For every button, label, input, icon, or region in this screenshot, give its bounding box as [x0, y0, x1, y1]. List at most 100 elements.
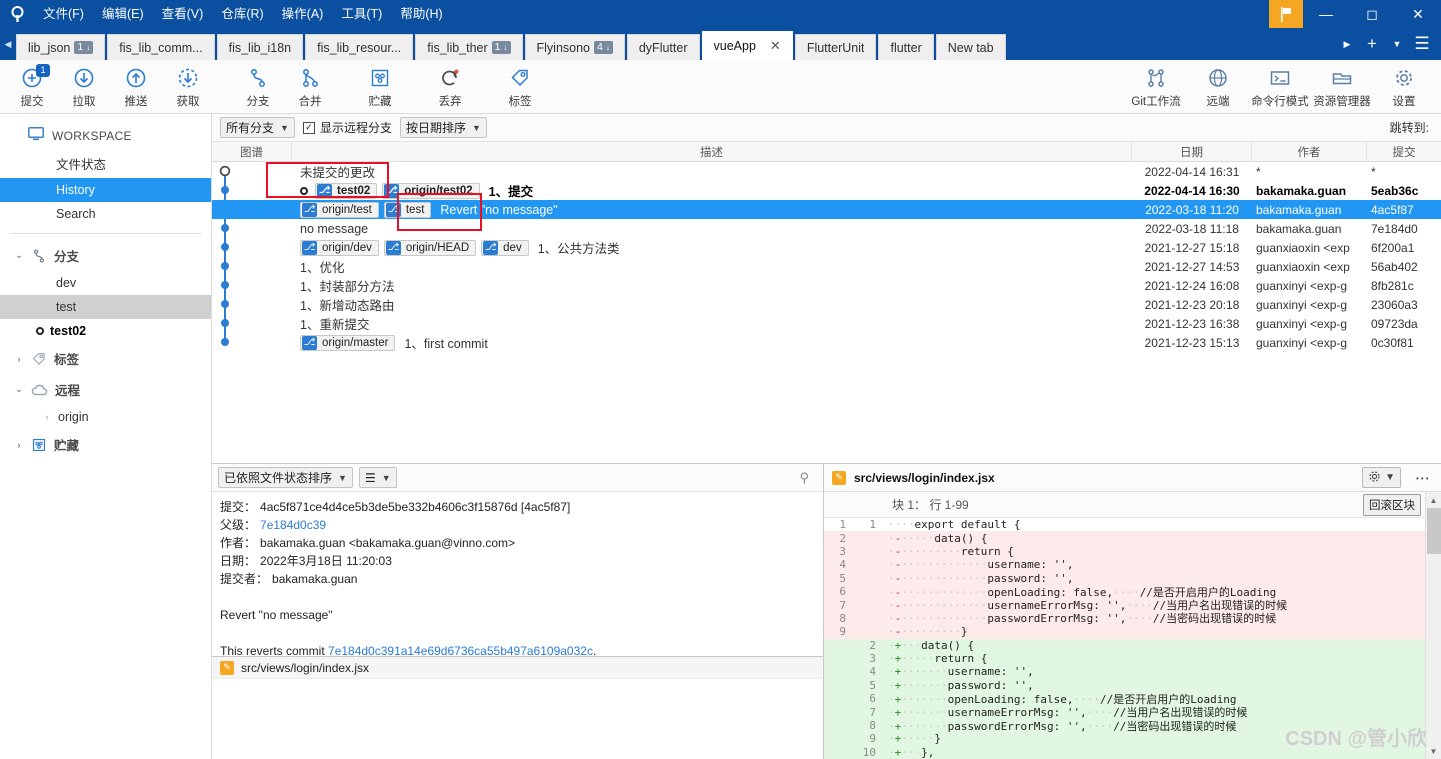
- sidebar-item-history[interactable]: History: [0, 178, 211, 202]
- reverted-commit-link[interactable]: 7e184d0c391a14e69d6736ca55b497a6109a032c: [328, 644, 593, 656]
- menu-view[interactable]: 查看(V): [153, 0, 213, 28]
- chevron-left-icon[interactable]: ◀: [0, 28, 16, 60]
- commit-row[interactable]: 未提交的更改 2022-04-14 16:31 * *: [212, 162, 1441, 181]
- sidebar-item-search[interactable]: Search: [0, 202, 211, 226]
- toolbar-commit[interactable]: 提交 1: [6, 61, 58, 113]
- toolbar-tag[interactable]: 标签: [494, 61, 546, 113]
- toolbar-explorer[interactable]: 资源管理器: [1311, 61, 1373, 113]
- sidebar-branch-test02[interactable]: test02: [0, 319, 211, 343]
- tab-flyinsono[interactable]: Flyinsono 4 ↓: [524, 34, 625, 60]
- plus-icon[interactable]: +: [1357, 28, 1387, 60]
- hamburger-icon[interactable]: ☰: [1407, 28, 1437, 60]
- menu-edit[interactable]: 编辑(E): [93, 0, 153, 28]
- commit-row[interactable]: 1、优化 2021-12-27 14:53 guanxiaoxin <exp 56ab…: [212, 257, 1441, 276]
- scrollbar-thumb[interactable]: [1426, 508, 1441, 554]
- minimize-icon[interactable]: —: [1303, 0, 1349, 28]
- toolbar-remote[interactable]: 远端: [1187, 61, 1249, 113]
- ellipsis-icon[interactable]: ⋯: [1409, 469, 1437, 487]
- toolbar-terminal[interactable]: 命令行模式: [1249, 61, 1311, 113]
- column-header-date[interactable]: 日期: [1132, 142, 1252, 162]
- sidebar-group-分支[interactable]: ⌄ 分支: [0, 240, 211, 271]
- branch-ref-tag[interactable]: ⎇ origin/HEAD: [383, 239, 477, 256]
- chevron-right-icon[interactable]: ›: [42, 412, 52, 422]
- sidebar-branch-test[interactable]: test: [0, 295, 211, 319]
- sort-order-dropdown[interactable]: 按日期排序 ▼: [399, 117, 487, 138]
- sidebar-group-贮藏[interactable]: › 贮藏: [0, 429, 211, 460]
- list-view-dropdown[interactable]: ☰ ▼: [358, 467, 397, 488]
- tab-new-tab[interactable]: New tab: [935, 34, 1006, 60]
- branch-ref-tag[interactable]: ⎇ origin/test02: [382, 182, 480, 199]
- commit-row[interactable]: no message 2022-03-18 11:18 bakamaka.guan 7…: [212, 219, 1441, 238]
- diff-vertical-scrollbar[interactable]: ▲ ▼: [1425, 492, 1441, 759]
- toolbar-pull[interactable]: 拉取: [58, 61, 110, 113]
- tab-badge[interactable]: 1 ↓: [491, 41, 511, 54]
- toolbar-push[interactable]: 推送: [110, 61, 162, 113]
- tab-badge[interactable]: 4 ↓: [594, 41, 613, 54]
- commit-row[interactable]: ⎇ origin/dev ⎇ origin/HEAD ⎇ dev 1、公共方法类 2021-1…: [212, 238, 1441, 257]
- sidebar-branch-dev[interactable]: dev: [0, 271, 211, 295]
- chevron-down-icon[interactable]: ⌄: [14, 384, 24, 395]
- tab-fis-lib-i18n[interactable]: fis_lib_i18n: [216, 34, 304, 60]
- chevron-down-icon[interactable]: ▼: [1387, 28, 1407, 60]
- branch-ref-tag[interactable]: ⎇ origin/test: [300, 201, 379, 218]
- revert-hunk-button[interactable]: 回滚区块: [1363, 493, 1421, 516]
- tab-fis-lib-resour---[interactable]: fis_lib_resour...: [305, 34, 414, 60]
- chevron-down-icon[interactable]: ⌄: [14, 250, 24, 261]
- flag-icon[interactable]: [1269, 0, 1303, 28]
- commit-row[interactable]: ⎇ test02 ⎇ origin/test02 1、提交 2022-04-14 16:3…: [212, 181, 1441, 200]
- toolbar-branch[interactable]: 分支: [232, 61, 284, 113]
- menu-actions[interactable]: 操作(A): [273, 0, 333, 28]
- sidebar-group-标签[interactable]: › 标签: [0, 343, 211, 374]
- tab-vueapp[interactable]: vueApp ✕: [701, 31, 793, 60]
- commit-row[interactable]: 1、新增动态路由 2021-12-23 20:18 guanxinyi <exp-g…: [212, 295, 1441, 314]
- branch-ref-tag[interactable]: ⎇ test02: [315, 182, 378, 199]
- menu-repo[interactable]: 仓库(R): [212, 0, 272, 28]
- changed-file-row[interactable]: ✎ src/views/login/index.jsx: [212, 657, 823, 679]
- scroll-up-icon[interactable]: ▲: [1426, 492, 1441, 508]
- column-header-graph[interactable]: 图谱: [212, 142, 292, 162]
- close-icon[interactable]: ✕: [770, 38, 781, 54]
- sidebar-item-file-status[interactable]: 文件状态: [0, 149, 211, 178]
- commit-row[interactable]: ⎇ origin/test ⎇ test Revert "no message" 2022…: [212, 200, 1441, 219]
- commit-row[interactable]: 1、重新提交 2021-12-23 16:38 guanxinyi <exp-g 09…: [212, 314, 1441, 333]
- tab-fis-lib-comm---[interactable]: fis_lib_comm...: [107, 34, 215, 60]
- column-header-description[interactable]: 描述: [292, 142, 1132, 162]
- diff-settings-button[interactable]: ▼: [1362, 467, 1401, 488]
- toolbar-discard[interactable]: 丢弃: [424, 61, 476, 113]
- toolbar-merge[interactable]: 合并: [284, 61, 336, 113]
- tab-badge[interactable]: 1 ↓: [74, 41, 94, 54]
- toolbar-stash[interactable]: 贮藏: [354, 61, 406, 113]
- tab-fis-lib-ther[interactable]: fis_lib_ther 1 ↓: [415, 34, 523, 60]
- branch-ref-tag[interactable]: ⎇ test: [383, 201, 432, 218]
- tab-lib-json[interactable]: lib_json 1 ↓: [16, 34, 106, 60]
- branch-ref-tag[interactable]: ⎇ origin/master: [300, 334, 396, 351]
- commit-field-value[interactable]: 7e184d0c39: [260, 518, 326, 532]
- commit-row[interactable]: 1、封装部分方法 2021-12-24 16:08 guanxinyi <exp-g…: [212, 276, 1441, 295]
- sidebar-group-远程[interactable]: ⌄ 远程: [0, 374, 211, 405]
- menu-file[interactable]: 文件(F): [34, 0, 93, 28]
- branch-filter-dropdown[interactable]: 所有分支 ▼: [220, 117, 295, 138]
- commit-row[interactable]: ⎇ origin/master 1、first commit 2021-12-23 1…: [212, 333, 1441, 352]
- search-icon[interactable]: ⚲: [799, 470, 817, 486]
- chevron-right-icon[interactable]: ▶: [1337, 28, 1357, 60]
- toolbar-settings[interactable]: 设置: [1373, 61, 1435, 113]
- menu-help[interactable]: 帮助(H): [391, 0, 451, 28]
- tab-flutter[interactable]: flutter: [878, 34, 934, 60]
- column-header-commit[interactable]: 提交: [1367, 142, 1441, 162]
- show-remote-branches-checkbox[interactable]: ✓ 显示远程分支: [302, 119, 392, 136]
- scroll-down-icon[interactable]: ▼: [1426, 743, 1441, 759]
- branch-ref-tag[interactable]: ⎇ origin/dev: [300, 239, 379, 256]
- tab-flutterunit[interactable]: FlutterUnit: [794, 34, 877, 60]
- sidebar-branch-origin[interactable]: › origin: [0, 405, 211, 429]
- toolbar-fetch[interactable]: 获取: [162, 61, 214, 113]
- chevron-right-icon[interactable]: ›: [14, 440, 24, 450]
- file-sort-dropdown[interactable]: 已依照文件状态排序 ▼: [218, 467, 353, 488]
- column-header-author[interactable]: 作者: [1252, 142, 1367, 162]
- chevron-right-icon[interactable]: ›: [14, 354, 24, 364]
- close-icon[interactable]: ✕: [1395, 0, 1441, 28]
- toolbar-gitflow[interactable]: Git工作流: [1125, 61, 1187, 113]
- menu-tools[interactable]: 工具(T): [332, 0, 391, 28]
- maximize-icon[interactable]: ◻: [1349, 0, 1395, 28]
- branch-ref-tag[interactable]: ⎇ dev: [481, 239, 529, 256]
- tab-dyflutter[interactable]: dyFlutter: [626, 34, 700, 60]
